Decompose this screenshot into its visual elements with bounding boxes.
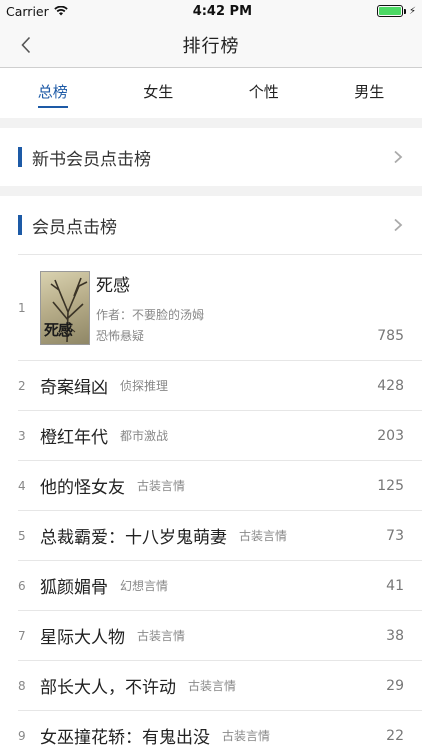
ranking-list: 1 死感 死感 作者：不要脸的汤姆 恐怖悬疑 785 2 奇案缉凶 侦探推理 4… bbox=[0, 254, 422, 750]
chevron-right-icon bbox=[394, 218, 403, 232]
cover-title: 死感 bbox=[44, 320, 73, 339]
rank-number: 2 bbox=[18, 378, 26, 393]
rank-number: 1 bbox=[18, 300, 26, 315]
section-new-member-clicks[interactable]: 新书会员点击榜 bbox=[0, 128, 422, 186]
section-accent-bar bbox=[18, 147, 22, 167]
section-accent-bar bbox=[18, 215, 22, 235]
book-title: 女巫撞花轿：有鬼出没 bbox=[40, 728, 210, 748]
rank-number: 6 bbox=[18, 578, 26, 593]
section-divider bbox=[0, 186, 422, 196]
charging-icon: ⚡ bbox=[408, 5, 416, 17]
wifi-icon bbox=[54, 6, 68, 16]
book-genre: 古装言情 bbox=[239, 529, 288, 543]
rank-number: 5 bbox=[18, 528, 26, 543]
book-title: 总裁霸爱：十八岁鬼萌妻 bbox=[40, 528, 227, 548]
tab-female[interactable]: 女生 bbox=[106, 68, 212, 118]
rank-number: 8 bbox=[18, 678, 26, 693]
battery-icon bbox=[376, 5, 406, 17]
status-time: 4:42 PM bbox=[192, 3, 253, 19]
section-title: 会员点击榜 bbox=[32, 217, 117, 238]
featured-book-info: 死感 作者：不要脸的汤姆 恐怖悬疑 785 bbox=[96, 268, 404, 348]
rank-number: 4 bbox=[18, 478, 26, 493]
category-tabs: 总榜 女生 个性 男生 bbox=[0, 68, 422, 118]
click-count: 428 bbox=[377, 377, 404, 394]
book-title: 奇案缉凶 bbox=[40, 378, 108, 398]
featured-book-row[interactable]: 1 死感 死感 作者：不要脸的汤姆 恐怖悬疑 785 bbox=[18, 254, 422, 360]
navigation-bar: 排行榜 bbox=[0, 22, 422, 68]
book-title: 死感 bbox=[96, 276, 130, 296]
book-author: 作者：不要脸的汤姆 bbox=[96, 308, 205, 322]
book-row[interactable]: 8 部长大人，不许动 古装言情 29 bbox=[18, 660, 422, 710]
status-bar: Carrier 4:42 PM ⚡ bbox=[0, 0, 422, 22]
book-row[interactable]: 9 女巫撞花轿：有鬼出没 古装言情 22 bbox=[18, 710, 422, 750]
section-title: 新书会员点击榜 bbox=[32, 149, 151, 170]
section-divider bbox=[0, 118, 422, 128]
chevron-left-icon bbox=[21, 36, 31, 54]
section-member-clicks[interactable]: 会员点击榜 bbox=[0, 196, 422, 254]
chevron-right-icon bbox=[394, 150, 403, 164]
book-row[interactable]: 2 奇案缉凶 侦探推理 428 bbox=[18, 360, 422, 410]
tab-personality[interactable]: 个性 bbox=[211, 68, 317, 118]
click-count: 125 bbox=[377, 477, 404, 494]
book-title: 他的怪女友 bbox=[40, 478, 125, 498]
tab-all[interactable]: 总榜 bbox=[0, 68, 106, 118]
click-count: 41 bbox=[386, 577, 404, 594]
click-count: 29 bbox=[386, 677, 404, 694]
status-left: Carrier bbox=[6, 4, 68, 19]
page-title: 排行榜 bbox=[182, 35, 240, 57]
book-row[interactable]: 4 他的怪女友 古装言情 125 bbox=[18, 460, 422, 510]
book-title: 部长大人，不许动 bbox=[40, 678, 176, 698]
book-cover: 死感 bbox=[40, 270, 90, 345]
rank-number: 7 bbox=[18, 628, 26, 643]
book-row[interactable]: 3 橙红年代 都市激战 203 bbox=[18, 410, 422, 460]
carrier-label: Carrier bbox=[6, 3, 49, 19]
book-genre: 古装言情 bbox=[137, 629, 186, 643]
book-genre: 侦探推理 bbox=[120, 379, 169, 393]
book-title: 星际大人物 bbox=[40, 628, 125, 648]
book-row[interactable]: 5 总裁霸爱：十八岁鬼萌妻 古装言情 73 bbox=[18, 510, 422, 560]
click-count: 22 bbox=[386, 727, 404, 744]
book-genre: 都市激战 bbox=[120, 429, 169, 443]
rank-number: 9 bbox=[18, 728, 26, 743]
book-genre: 古装言情 bbox=[222, 729, 271, 743]
rank-number: 3 bbox=[18, 428, 26, 443]
book-title: 狐颜媚骨 bbox=[40, 578, 108, 598]
book-genre: 古装言情 bbox=[188, 679, 237, 693]
click-count: 38 bbox=[386, 627, 404, 644]
status-right: ⚡ bbox=[376, 5, 416, 17]
click-count: 785 bbox=[377, 327, 404, 344]
back-button[interactable] bbox=[12, 30, 40, 60]
tab-male[interactable]: 男生 bbox=[317, 68, 422, 118]
click-count: 73 bbox=[386, 527, 404, 544]
book-genre: 幻想言情 bbox=[120, 579, 169, 593]
click-count: 203 bbox=[377, 427, 404, 444]
book-row[interactable]: 6 狐颜媚骨 幻想言情 41 bbox=[18, 560, 422, 610]
book-row[interactable]: 7 星际大人物 古装言情 38 bbox=[18, 610, 422, 660]
book-genre: 恐怖悬疑 bbox=[96, 329, 145, 343]
book-genre: 古装言情 bbox=[137, 479, 186, 493]
book-title: 橙红年代 bbox=[40, 428, 108, 448]
